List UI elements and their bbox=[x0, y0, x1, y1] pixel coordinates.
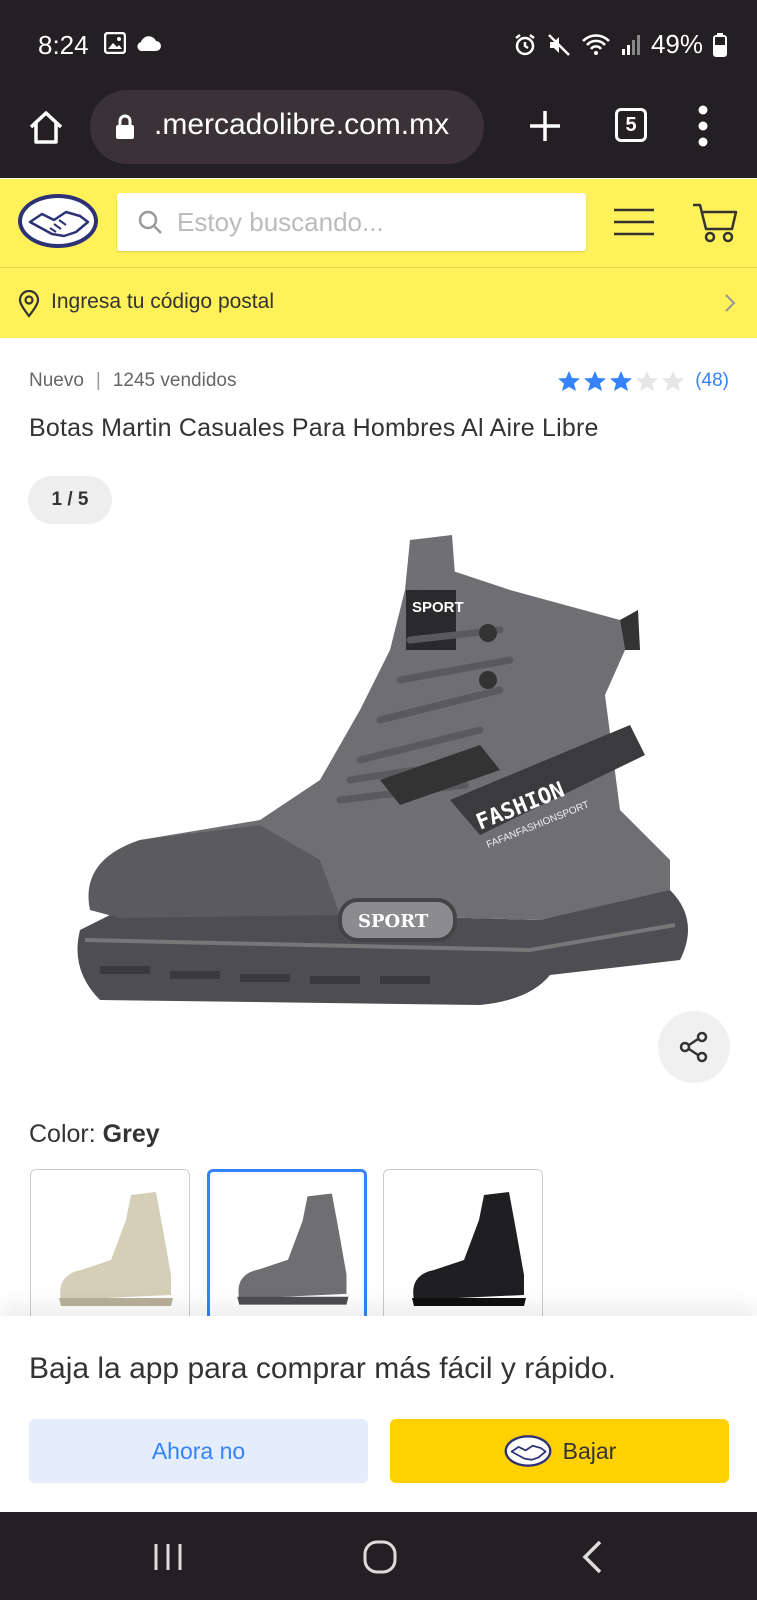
star-icon bbox=[558, 371, 581, 391]
postal-code-label: Ingresa tu código postal bbox=[51, 290, 274, 313]
app-download-banner: Baja la app para comprar más fácil y ráp… bbox=[0, 1316, 757, 1512]
url-text: .mercadolibre.com.mx bbox=[154, 108, 450, 141]
swatch-image bbox=[237, 1193, 349, 1305]
download-button[interactable]: Bajar bbox=[390, 1419, 729, 1483]
color-label: Color: Grey bbox=[29, 1120, 160, 1149]
product-image[interactable]: SPORT FASHION FAFANFASHIONSPORT SPORT bbox=[60, 530, 700, 1030]
status-bar: 8:24 49% bbox=[0, 0, 757, 88]
url-bar[interactable]: .mercadolibre.com.mx bbox=[90, 90, 484, 164]
more-vertical-icon[interactable] bbox=[697, 104, 709, 148]
dismiss-button[interactable]: Ahora no bbox=[29, 1419, 368, 1483]
search-box[interactable] bbox=[117, 193, 586, 251]
sold-count: 1245 vendidos bbox=[112, 370, 237, 391]
rating-count[interactable]: (48) bbox=[695, 370, 729, 392]
star-empty-icon bbox=[662, 371, 685, 391]
app-banner-text: Baja la app para comprar más fácil y ráp… bbox=[29, 1352, 616, 1385]
product-title: Botas Martin Casuales Para Hombres Al Ai… bbox=[29, 414, 599, 442]
signal-icon bbox=[621, 34, 640, 55]
swatch-image bbox=[412, 1192, 526, 1306]
browser-toolbar: .mercadolibre.com.mx 5 bbox=[0, 88, 757, 178]
location-pin-icon bbox=[18, 290, 40, 318]
cart-icon[interactable] bbox=[692, 201, 738, 243]
share-button[interactable] bbox=[658, 1011, 730, 1083]
tabs-icon[interactable]: 5 bbox=[615, 108, 647, 142]
star-icon bbox=[584, 371, 607, 391]
wifi-icon bbox=[582, 33, 610, 55]
color-swatch-grey[interactable] bbox=[207, 1169, 367, 1329]
sole-badge-label: SPORT bbox=[358, 911, 429, 932]
tongue-label: SPORT bbox=[412, 599, 464, 616]
search-icon bbox=[138, 210, 162, 234]
mute-icon bbox=[548, 33, 570, 56]
color-swatch-beige[interactable] bbox=[30, 1169, 190, 1329]
rating[interactable]: (48) bbox=[557, 370, 729, 392]
mercadolibre-logo-icon bbox=[504, 1435, 552, 1467]
swatch-image bbox=[59, 1192, 173, 1306]
system-nav-bar bbox=[0, 1512, 757, 1600]
lock-icon bbox=[116, 114, 134, 139]
chevron-right-icon bbox=[725, 294, 736, 312]
color-value: Grey bbox=[102, 1120, 160, 1148]
postal-code-bar[interactable]: Ingresa tu código postal bbox=[0, 268, 757, 338]
star-empty-icon bbox=[636, 371, 659, 391]
menu-icon[interactable] bbox=[614, 207, 654, 237]
site-header bbox=[0, 179, 757, 268]
status-time: 8:24 bbox=[38, 30, 89, 60]
home-circle-icon[interactable] bbox=[362, 1539, 398, 1575]
search-input[interactable] bbox=[177, 193, 577, 251]
color-swatch-black[interactable] bbox=[383, 1169, 543, 1329]
cloud-icon bbox=[137, 36, 161, 52]
image-pager: 1 / 5 bbox=[28, 476, 112, 524]
recents-icon[interactable] bbox=[152, 1542, 184, 1572]
alarm-icon bbox=[515, 33, 535, 55]
tab-count: 5 bbox=[625, 114, 637, 136]
condition-label: Nuevo bbox=[29, 370, 84, 391]
product-meta: Nuevo | 1245 vendidos bbox=[29, 370, 236, 392]
color-prefix: Color: bbox=[29, 1120, 103, 1148]
home-icon[interactable] bbox=[26, 108, 66, 148]
meta-divider: | bbox=[95, 370, 101, 391]
download-label: Bajar bbox=[562, 1437, 617, 1464]
mercadolibre-logo[interactable] bbox=[16, 192, 100, 250]
battery-percent: 49% bbox=[650, 29, 703, 59]
plus-icon[interactable] bbox=[527, 106, 563, 146]
star-icon bbox=[610, 371, 633, 391]
share-icon bbox=[679, 1031, 708, 1063]
image-icon bbox=[104, 32, 126, 54]
back-icon[interactable] bbox=[580, 1539, 604, 1575]
battery-icon bbox=[713, 32, 727, 57]
